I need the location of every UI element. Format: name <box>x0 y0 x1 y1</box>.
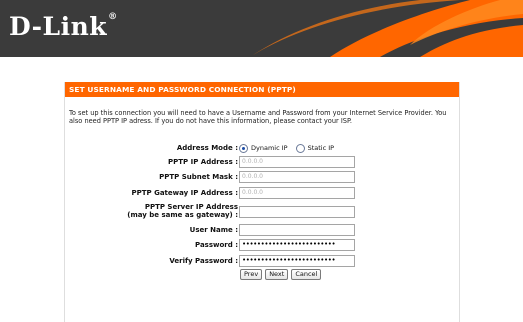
cancel-button[interactable]: Cancel <box>291 269 322 280</box>
password-input[interactable]: ••••••••••••••••••••••••• <box>239 239 355 251</box>
static-ip-label: Static IP <box>307 144 335 152</box>
dynamic-ip-label: Dynamic IP <box>251 144 288 152</box>
verify-password-label: Verify Password : <box>169 257 238 265</box>
dlink-logo: D-Link® <box>9 12 118 41</box>
server-ip-input[interactable] <box>239 206 355 218</box>
spacer <box>0 57 523 81</box>
header-banner: D-Link® <box>0 0 523 57</box>
gateway-ip-label: PPTP Gateway IP Address : <box>131 189 238 197</box>
gateway-ip-input[interactable]: 0.0.0.0 <box>239 187 355 199</box>
server-ip-row: PPTP Server IP Address (may be same as g… <box>65 203 459 219</box>
panel-title: SET USERNAME AND PASSWORD CONNECTION (PP… <box>65 82 459 97</box>
server-ip-label-line1: PPTP Server IP Address <box>144 203 238 211</box>
pptp-ip-row: PPTP IP Address : 0.0.0.0 <box>65 156 459 168</box>
username-row: User Name : <box>65 224 459 236</box>
subnet-mask-label: PPTP Subnet Mask : <box>159 173 238 181</box>
prev-button[interactable]: Prev <box>240 269 263 280</box>
nav-buttons: Prev Next Cancel <box>240 269 322 280</box>
password-label: Password : <box>195 241 238 249</box>
password-row: Password : ••••••••••••••••••••••••• <box>65 239 459 251</box>
dynamic-ip-radio[interactable] <box>239 143 248 153</box>
verify-password-input[interactable]: ••••••••••••••••••••••••• <box>239 255 355 267</box>
gateway-ip-row: PPTP Gateway IP Address : 0.0.0.0 <box>65 187 459 199</box>
subnet-mask-row: PPTP Subnet Mask : 0.0.0.0 <box>65 171 459 183</box>
pptp-ip-label: PPTP IP Address : <box>168 158 238 166</box>
address-mode-options: Dynamic IP Static IP <box>239 142 342 154</box>
username-label: User Name : <box>189 226 238 234</box>
static-ip-radio[interactable] <box>295 143 305 153</box>
pptp-settings-panel: SET USERNAME AND PASSWORD CONNECTION (PP… <box>64 82 460 322</box>
verify-password-row: Verify Password : ••••••••••••••••••••••… <box>65 255 459 267</box>
address-mode-row: Address Mode : Dynamic IP Static IP <box>65 142 459 154</box>
pptp-ip-input[interactable]: 0.0.0.0 <box>239 156 355 168</box>
address-mode-label: Address Mode : <box>176 144 238 152</box>
server-ip-label: PPTP Server IP Address (may be same as g… <box>127 203 238 219</box>
server-ip-label-line2: (may be same as gateway) : <box>127 211 238 219</box>
intro-text: To set up this connection you will need … <box>69 109 447 125</box>
username-input[interactable] <box>239 224 355 236</box>
next-button[interactable]: Next <box>265 269 289 280</box>
subnet-mask-input[interactable]: 0.0.0.0 <box>239 171 355 183</box>
